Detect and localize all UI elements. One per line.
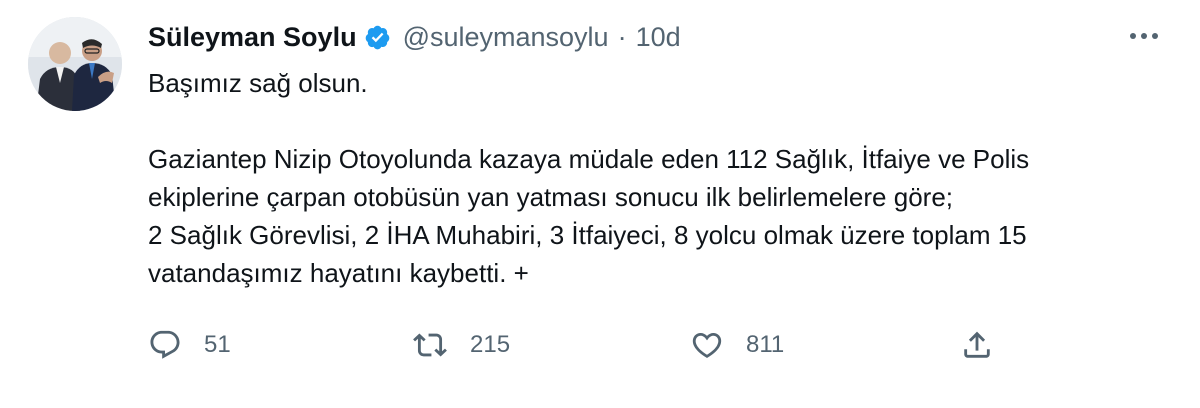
more-options-icon[interactable] — [1124, 22, 1164, 50]
tweet-text-line: Başımız sağ olsun. — [148, 68, 368, 98]
tweet-text-line: vatandaşımız hayatını kaybetti. + — [148, 258, 529, 288]
heart-icon — [690, 328, 724, 362]
share-icon — [960, 328, 994, 362]
avatar[interactable] — [28, 17, 122, 111]
tweet-card[interactable]: Süleyman Soylu @suleymansoylu · 10d Başı… — [0, 0, 1200, 408]
author-handle[interactable]: @suleymansoylu — [403, 22, 609, 53]
retweet-icon — [412, 328, 448, 362]
verified-badge-icon — [364, 24, 391, 51]
tweet-header: Süleyman Soylu @suleymansoylu · 10d — [148, 15, 681, 59]
reply-icon — [148, 328, 182, 362]
tweet-text: Başımız sağ olsun. Gaziantep Nizip Otoyo… — [148, 64, 1178, 292]
tweet-text-line: Gaziantep Nizip Otoyolunda kazaya müdale… — [148, 144, 1030, 174]
retweet-button[interactable]: 215 — [412, 323, 510, 367]
reply-button[interactable]: 51 — [148, 323, 231, 367]
retweet-count: 215 — [470, 331, 511, 358]
tweet-timestamp[interactable]: 10d — [636, 22, 681, 53]
paragraph-break — [148, 102, 1178, 140]
separator-dot: · — [617, 21, 627, 52]
share-button[interactable] — [960, 323, 994, 367]
like-count: 811 — [746, 331, 785, 358]
tweet-text-line: ekiplerine çarpan otobüsün yan yatması s… — [148, 182, 953, 212]
tweet-text-line: 2 Sağlık Görevlisi, 2 İHA Muhabiri, 3 İt… — [148, 220, 1027, 250]
like-button[interactable]: 811 — [690, 323, 784, 367]
reply-count: 51 — [204, 331, 231, 358]
author-name[interactable]: Süleyman Soylu — [148, 22, 357, 53]
